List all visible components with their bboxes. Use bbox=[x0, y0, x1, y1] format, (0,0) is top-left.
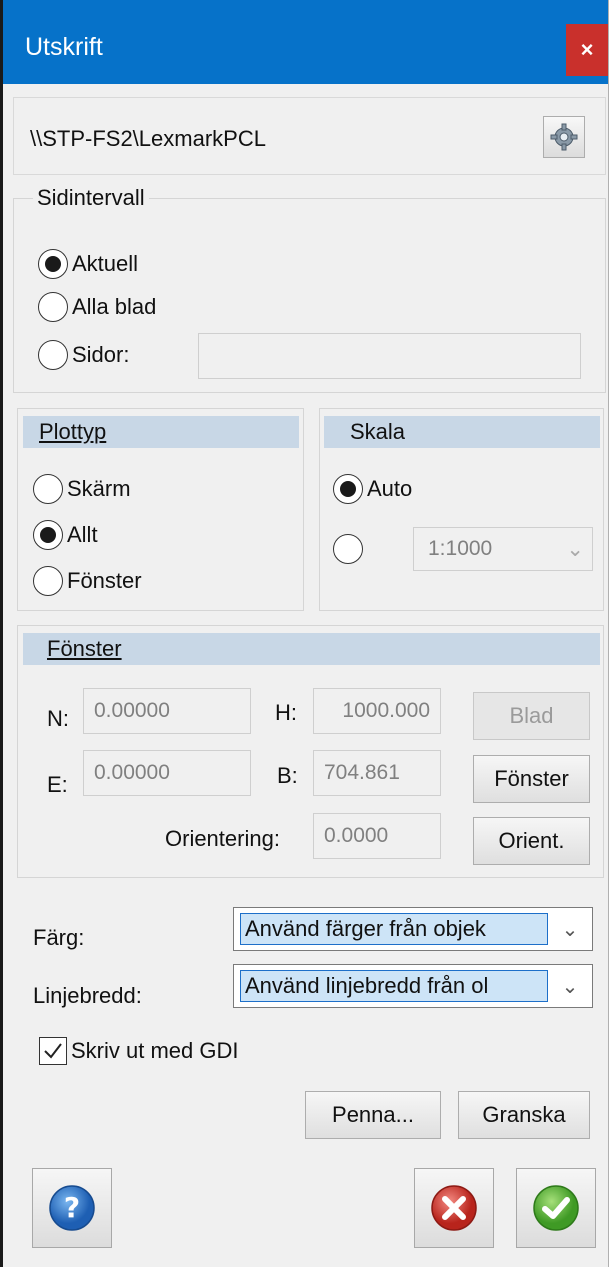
checkmark-ok-icon bbox=[533, 1185, 579, 1231]
window-title: Utskrift bbox=[25, 33, 103, 61]
window-section-title: Fönster bbox=[47, 636, 122, 661]
plot-type-header: Plottyp bbox=[23, 416, 299, 448]
cancel-button[interactable] bbox=[414, 1168, 494, 1248]
title-bar: Utskrift × bbox=[3, 0, 608, 84]
scale-ratio-select[interactable]: 1:1000 ⌄ bbox=[413, 527, 593, 571]
h-label: H: bbox=[275, 700, 297, 725]
window-header: Fönster bbox=[23, 633, 600, 665]
pen-button[interactable]: Penna... bbox=[305, 1091, 441, 1139]
plot-type-title: Plottyp bbox=[39, 419, 107, 444]
color-select-value: Använd färger från objek bbox=[240, 913, 548, 945]
fonster-button[interactable]: Fönster bbox=[473, 755, 590, 803]
gdi-checkbox-box[interactable] bbox=[39, 1037, 67, 1065]
pages-input[interactable] bbox=[198, 333, 581, 379]
radio-pages-button[interactable] bbox=[38, 340, 68, 370]
radio-all-sheets[interactable]: Alla blad bbox=[38, 292, 156, 322]
orientation-label: Orientering: bbox=[165, 826, 280, 851]
color-select[interactable]: Använd färger från objek ⌄ bbox=[233, 907, 593, 951]
orientation-field[interactable]: 0.0000 bbox=[313, 813, 441, 859]
line-width-label: Linjebredd: bbox=[33, 983, 142, 1008]
line-width-select[interactable]: Använd linjebredd från ol ⌄ bbox=[233, 964, 593, 1008]
chevron-down-icon: ⌄ bbox=[561, 918, 579, 941]
b-field[interactable]: 704.861 bbox=[313, 750, 441, 796]
radio-custom-scale[interactable] bbox=[333, 534, 367, 564]
radio-all[interactable]: Allt bbox=[33, 520, 98, 550]
line-width-select-value: Använd linjebredd från ol bbox=[240, 970, 548, 1002]
radio-screen-label: Skärm bbox=[67, 476, 131, 501]
radio-auto[interactable]: Auto bbox=[333, 474, 412, 504]
close-button[interactable]: × bbox=[566, 24, 608, 76]
n-field[interactable]: 0.00000 bbox=[83, 688, 251, 734]
b-label: B: bbox=[277, 763, 298, 788]
radio-pages-label: Sidor: bbox=[72, 342, 130, 367]
radio-custom-scale-button[interactable] bbox=[333, 534, 363, 564]
radio-screen[interactable]: Skärm bbox=[33, 474, 131, 504]
radio-auto-label: Auto bbox=[367, 476, 413, 501]
scale-title: Skala bbox=[350, 419, 406, 444]
ok-button[interactable] bbox=[516, 1168, 596, 1248]
radio-window-button[interactable] bbox=[33, 566, 63, 596]
cancel-icon bbox=[431, 1185, 477, 1231]
color-label: Färg: bbox=[33, 925, 85, 950]
help-button[interactable]: ? bbox=[32, 1168, 112, 1248]
preview-button[interactable]: Granska bbox=[458, 1091, 590, 1139]
question-icon: ? bbox=[49, 1185, 95, 1231]
printer-settings-button[interactable] bbox=[543, 116, 585, 158]
gdi-label: Skriv ut med GDI bbox=[71, 1038, 239, 1063]
page-range-title: Sidintervall bbox=[33, 185, 149, 211]
radio-screen-button[interactable] bbox=[33, 474, 63, 504]
radio-window[interactable]: Fönster bbox=[33, 566, 142, 596]
radio-window-label: Fönster bbox=[67, 568, 142, 593]
scale-ratio-value: 1:1000 bbox=[428, 537, 493, 560]
radio-all-sheets-label: Alla blad bbox=[72, 294, 157, 319]
gear-icon bbox=[550, 123, 578, 151]
scale-header: Skala bbox=[324, 416, 600, 448]
n-label: N: bbox=[47, 706, 69, 731]
radio-all-button[interactable] bbox=[33, 520, 63, 550]
chevron-down-icon: ⌄ bbox=[566, 537, 584, 561]
radio-current[interactable]: Aktuell bbox=[38, 249, 138, 279]
e-label: E: bbox=[47, 772, 68, 797]
e-field[interactable]: 0.00000 bbox=[83, 750, 251, 796]
print-dialog: Utskrift × \\STP-FS2\LexmarkPCL Sidinter… bbox=[0, 0, 609, 1267]
radio-pages[interactable]: Sidor: bbox=[38, 340, 129, 370]
h-field[interactable]: 1000.000 bbox=[313, 688, 441, 734]
blad-button[interactable]: Blad bbox=[473, 692, 590, 740]
printer-panel: \\STP-FS2\LexmarkPCL bbox=[13, 97, 606, 175]
checkmark-icon bbox=[44, 1043, 62, 1059]
radio-current-button[interactable] bbox=[38, 249, 68, 279]
radio-all-label: Allt bbox=[67, 522, 98, 547]
radio-all-sheets-button[interactable] bbox=[38, 292, 68, 322]
radio-auto-button[interactable] bbox=[333, 474, 363, 504]
printer-name: \\STP-FS2\LexmarkPCL bbox=[30, 126, 266, 151]
radio-current-label: Aktuell bbox=[72, 251, 139, 276]
svg-text:?: ? bbox=[64, 1191, 80, 1224]
orient-button[interactable]: Orient. bbox=[473, 817, 590, 865]
chevron-down-icon: ⌄ bbox=[561, 975, 579, 998]
gdi-checkbox[interactable]: Skriv ut med GDI bbox=[39, 1037, 238, 1065]
